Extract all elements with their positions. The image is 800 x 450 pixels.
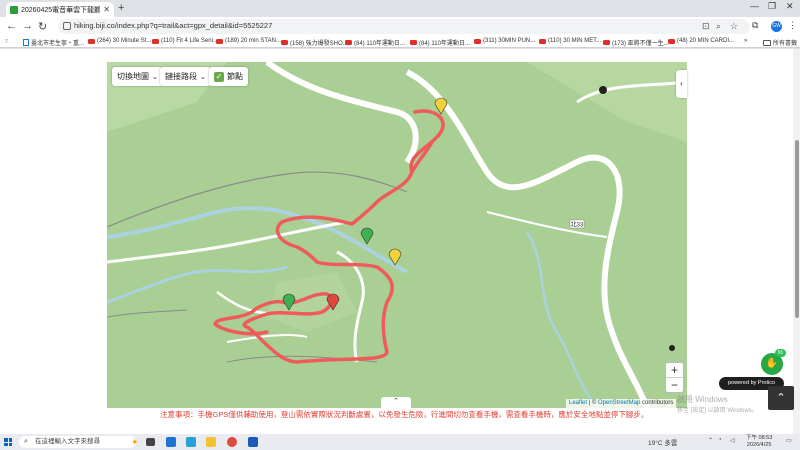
word-icon[interactable]	[248, 437, 258, 447]
point-marker[interactable]	[669, 345, 675, 351]
profile-avatar[interactable]: GW	[771, 21, 782, 32]
back-to-top-button[interactable]: ⌃	[768, 386, 794, 410]
install-icon[interactable]: ⊡	[702, 21, 710, 32]
url-text[interactable]: hiking.biji.co/index.php?q=trail&act=gpx…	[74, 21, 272, 30]
zoom-in-button[interactable]: +	[666, 363, 683, 378]
tab-active[interactable]: 20260425電音華雲下龍鸝溢引 ✕	[6, 2, 114, 17]
outlook-icon[interactable]	[166, 437, 176, 447]
windows-activation-hint: 移至 [設定] 以啟用 Windows。	[677, 408, 758, 414]
bookmark-item[interactable]: (189) 20 min STAN...	[216, 38, 281, 44]
bookmark-item[interactable]: (110) 30 MIN MET...	[539, 38, 601, 44]
back-icon[interactable]: ←	[6, 20, 17, 32]
windows-start-icon[interactable]	[4, 438, 12, 446]
search-icon: ⌕	[24, 438, 28, 445]
folder-icon	[763, 39, 771, 46]
bookmark-item[interactable]: (110) Fit 4 Life Seni...	[152, 38, 218, 44]
extensions-icon[interactable]: ⧉	[752, 20, 758, 31]
copilot-sparkle-icon[interactable]: ✦	[131, 436, 139, 448]
bookmark-item[interactable]: (84) 110年運動日...	[345, 38, 405, 47]
youtube-icon	[474, 38, 481, 44]
bookmarks-bar: ⁙ 臺北市老生寧・重... (264) 30 Minute St... (110…	[0, 36, 800, 48]
taskbar: ⌕ 在這裡輸入文字來搜尋 ✦ 19°C 多雲 ⌃ ◔ ◁ 下午 08:53 20…	[0, 434, 800, 450]
windows-activation-watermark: 啟用 Windows	[677, 395, 728, 404]
doc-icon	[23, 39, 29, 46]
maximize-icon[interactable]: ❐	[768, 1, 776, 12]
file-explorer-icon[interactable]	[206, 437, 216, 447]
map-attribution: Leaflet | © OpenStreetMap contributors	[566, 399, 677, 408]
close-window-icon[interactable]: ✕	[786, 1, 794, 12]
chat-badge: 91	[775, 349, 786, 357]
volume-icon[interactable]: ◁	[730, 437, 735, 444]
weather-widget[interactable]: 19°C 多雲	[648, 437, 677, 447]
bookmark-star-icon[interactable]: ☆	[730, 21, 738, 32]
all-bookmarks-button[interactable]: 所有書籤	[763, 38, 797, 47]
network-icon[interactable]: ◔	[718, 437, 722, 443]
peak-marker[interactable]	[599, 86, 607, 94]
youtube-icon	[345, 40, 352, 45]
youtube-icon	[668, 38, 675, 44]
site-favicon-icon	[10, 5, 18, 14]
road-number-label: 北33	[571, 221, 584, 229]
waypoint-marker-green[interactable]	[360, 227, 374, 245]
task-view-icon[interactable]	[146, 438, 155, 446]
new-tab-button[interactable]: +	[118, 2, 124, 14]
zoom-out-button[interactable]: −	[666, 378, 683, 393]
forward-icon[interactable]: →	[22, 20, 33, 32]
minimize-icon[interactable]: —	[750, 1, 759, 11]
leaflet-link[interactable]: Leaflet	[569, 400, 587, 406]
youtube-icon	[152, 38, 159, 44]
site-info-icon[interactable]	[63, 22, 71, 30]
browser-toolbar: ← → ↻ hiking.biji.co/index.php?q=trail&a…	[0, 17, 800, 36]
side-panel-toggle[interactable]: ‹	[676, 70, 687, 98]
bookmark-item[interactable]: (84) 110年運動日...	[410, 38, 470, 47]
zoom-icon[interactable]: ⌕	[716, 21, 721, 32]
bookmark-item[interactable]: 臺北市老生寧・重...	[23, 38, 84, 47]
apps-icon[interactable]: ⁙	[4, 38, 9, 45]
zoom-control: + −	[665, 362, 684, 393]
scrollbar-thumb[interactable]	[795, 140, 799, 318]
map-tiles: 北33	[107, 62, 687, 408]
system-clock[interactable]: 下午 08:53 2026/4/25	[746, 435, 772, 449]
bookmark-item[interactable]: (173) 巫將不僅一生...	[603, 38, 669, 47]
notification-icon[interactable]: ▭	[786, 437, 792, 444]
relay-route-dropdown[interactable]: 鏈接路段 ⌄	[160, 67, 211, 86]
youtube-icon	[216, 38, 223, 44]
waypoint-marker-yellow[interactable]	[434, 97, 448, 115]
chrome-icon[interactable]	[227, 437, 237, 447]
trail-map[interactable]: 北33	[107, 62, 687, 408]
switch-map-dropdown[interactable]: 切換地圖 ⌄	[112, 67, 163, 86]
edge-icon[interactable]	[186, 437, 196, 447]
chevron-down-icon: ⌄	[200, 73, 206, 81]
bookmark-item[interactable]: (48) 20 MIN CARDI...	[668, 38, 734, 44]
tab-strip: 20260425電音華雲下龍鸝溢引 ✕ + — ❐ ✕	[0, 0, 800, 17]
waypoint-toggle[interactable]: ✓ 節點	[209, 67, 248, 86]
youtube-icon	[410, 40, 417, 45]
collapse-map-button[interactable]: ⌃	[381, 397, 411, 408]
checkbox-checked-icon[interactable]: ✓	[214, 71, 224, 82]
address-bar[interactable]: hiking.biji.co/index.php?q=trail&act=gpx…	[58, 19, 750, 34]
youtube-icon	[88, 38, 95, 44]
bookmark-item[interactable]: (158) 強力爆發SHO...	[281, 38, 348, 47]
reload-icon[interactable]: ↻	[38, 20, 47, 33]
taskbar-search[interactable]: ⌕ 在這裡輸入文字來搜尋 ✦	[19, 436, 139, 448]
tab-title: 20260425電音華雲下龍鸝溢引	[21, 6, 101, 14]
tray-chevron-icon[interactable]: ⌃	[708, 437, 713, 444]
tab-close-icon[interactable]: ✕	[103, 5, 110, 14]
bookmarks-overflow-button[interactable]: »	[744, 38, 747, 44]
chevron-down-icon: ⌄	[152, 73, 158, 81]
menu-icon[interactable]: ⋮	[788, 20, 797, 31]
osm-link[interactable]: OpenStreetMap	[598, 400, 640, 406]
safety-notice: 注意事項：手機GPS僅供輔助使用，登山需依實際狀況判斷處置，以免發生危險，行進間…	[160, 410, 649, 419]
bookmark-item[interactable]: (311) 30MIN PUN...	[474, 38, 535, 44]
youtube-icon	[281, 40, 288, 45]
youtube-icon	[539, 38, 546, 44]
youtube-icon	[603, 40, 610, 45]
bookmark-item[interactable]: (264) 30 Minute St...	[88, 38, 151, 44]
hand-icon: ✋	[765, 358, 779, 369]
